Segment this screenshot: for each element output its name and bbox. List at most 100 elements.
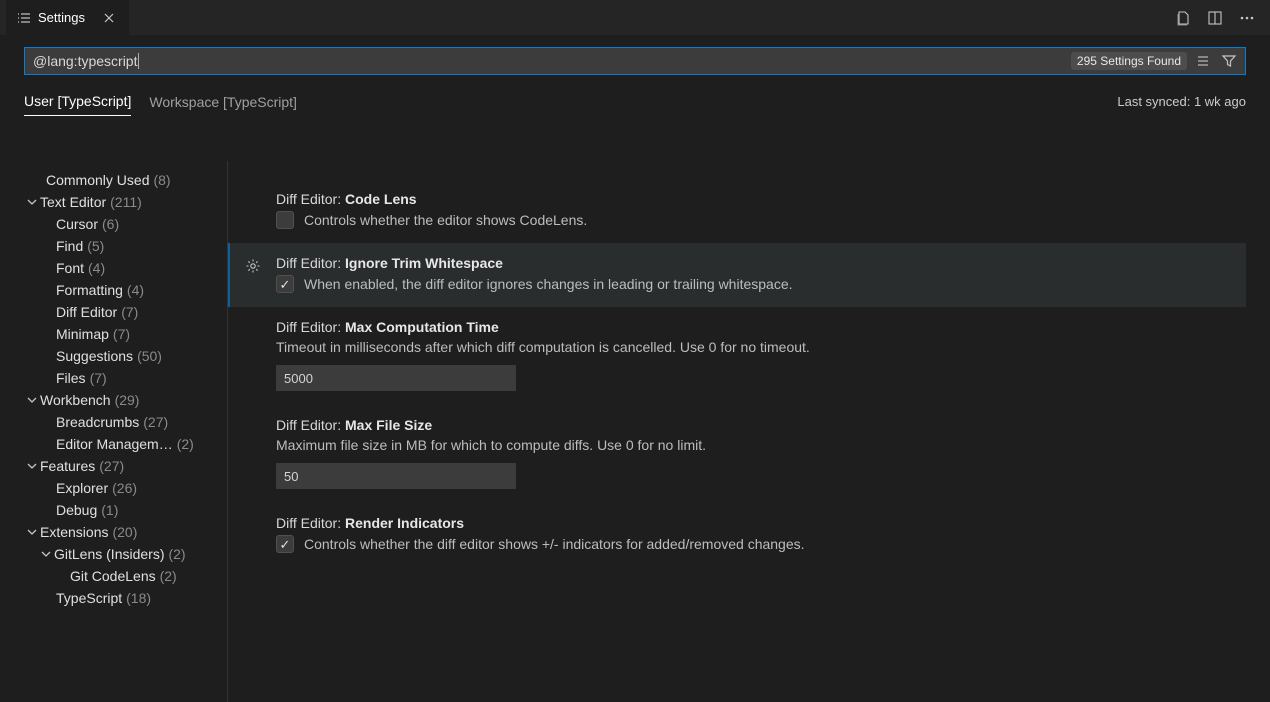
toc-item[interactable]: Font (4)	[0, 257, 227, 279]
toc-item[interactable]: Diff Editor (7)	[0, 301, 227, 323]
title-actions	[1174, 9, 1264, 27]
settings-tab[interactable]: Settings	[6, 0, 129, 35]
toc-count: (2)	[168, 546, 185, 562]
toc-item[interactable]: Suggestions (50)	[0, 345, 227, 367]
toc-count: (4)	[127, 282, 144, 298]
toc-count: (8)	[153, 172, 170, 188]
settings-toc[interactable]: Commonly Used (8)Text Editor (211)Cursor…	[0, 161, 228, 702]
toc-item[interactable]: Explorer (26)	[0, 477, 227, 499]
toc-item[interactable]: Cursor (6)	[0, 213, 227, 235]
setting-prefix: Diff Editor:	[276, 191, 345, 207]
setting-description: Timeout in milliseconds after which diff…	[276, 339, 1226, 355]
close-tab-button[interactable]	[99, 8, 119, 28]
toc-count: (5)	[87, 238, 104, 254]
toc-item[interactable]: Text Editor (211)	[0, 191, 227, 213]
setting-diff-render-indicators: Diff Editor: Render Indicators Controls …	[228, 503, 1246, 567]
search-value: @lang:typescript	[33, 53, 1071, 69]
tab-title: Settings	[38, 10, 85, 25]
settings-scope-tabs: User [TypeScript] Workspace [TypeScript]…	[0, 75, 1270, 115]
setting-prefix: Diff Editor:	[276, 255, 345, 271]
setting-prefix: Diff Editor:	[276, 417, 345, 433]
toc-label: Cursor	[56, 216, 98, 232]
toc-count: (7)	[90, 370, 107, 386]
checkbox-code-lens[interactable]	[276, 211, 294, 229]
toc-label: Files	[56, 370, 86, 386]
toc-item[interactable]: Commonly Used (8)	[0, 169, 227, 191]
toc-label: Suggestions	[56, 348, 133, 364]
settings-list-icon	[16, 10, 32, 26]
toc-label: Font	[56, 260, 84, 276]
setting-diff-ignore-trim: Diff Editor: Ignore Trim Whitespace When…	[228, 243, 1246, 307]
checkbox-render-indicators[interactable]	[276, 535, 294, 553]
toc-label: Features	[40, 458, 95, 474]
setting-description: Controls whether the editor shows CodeLe…	[304, 212, 587, 228]
toc-count: (20)	[112, 524, 137, 540]
chevron-down-icon	[24, 194, 40, 210]
settings-list[interactable]: Diff Editor: Code Lens Controls whether …	[228, 161, 1270, 702]
toc-label: Explorer	[56, 480, 108, 496]
toc-count: (7)	[121, 304, 138, 320]
settings-found-count: 295 Settings Found	[1071, 52, 1187, 70]
toc-item[interactable]: Breadcrumbs (27)	[0, 411, 227, 433]
setting-name: Code Lens	[345, 191, 417, 207]
clear-search-icon[interactable]	[1193, 51, 1213, 71]
toc-item[interactable]: GitLens (Insiders) (2)	[0, 543, 227, 565]
toc-count: (26)	[112, 480, 137, 496]
last-synced-text[interactable]: Last synced: 1 wk ago	[1117, 94, 1246, 109]
toc-count: (211)	[110, 194, 142, 210]
toc-item[interactable]: Files (7)	[0, 367, 227, 389]
settings-search-row: @lang:typescript 295 Settings Found	[0, 35, 1270, 75]
chevron-down-icon	[24, 458, 40, 474]
setting-description: When enabled, the diff editor ignores ch…	[304, 276, 793, 292]
toc-label: Git CodeLens	[70, 568, 156, 584]
toc-label: Debug	[56, 502, 97, 518]
toc-label: Find	[56, 238, 83, 254]
input-max-computation-time[interactable]	[276, 365, 516, 391]
editor-tab-bar: Settings	[0, 0, 1270, 35]
chevron-down-icon	[24, 524, 40, 540]
more-actions-icon[interactable]	[1238, 9, 1256, 27]
toc-item[interactable]: Formatting (4)	[0, 279, 227, 301]
toc-count: (27)	[99, 458, 124, 474]
toc-item[interactable]: Editor Managem… (2)	[0, 433, 227, 455]
setting-name: Max Computation Time	[345, 319, 499, 335]
checkbox-ignore-trim[interactable]	[276, 275, 294, 293]
setting-description: Controls whether the diff editor shows +…	[304, 536, 805, 552]
toc-item[interactable]: Minimap (7)	[0, 323, 227, 345]
toc-count: (2)	[160, 568, 177, 584]
toc-label: Commonly Used	[46, 172, 149, 188]
filter-icon[interactable]	[1219, 51, 1239, 71]
toc-item[interactable]: Features (27)	[0, 455, 227, 477]
open-settings-json-icon[interactable]	[1174, 9, 1192, 27]
toc-item[interactable]: Extensions (20)	[0, 521, 227, 543]
toc-label: Diff Editor	[56, 304, 117, 320]
setting-diff-max-file-size: Diff Editor: Max File Size Maximum file …	[228, 405, 1246, 503]
toc-label: GitLens (Insiders)	[54, 546, 164, 562]
setting-diff-max-computation-time: Diff Editor: Max Computation Time Timeou…	[228, 307, 1246, 405]
toc-item[interactable]: TypeScript (18)	[0, 587, 227, 609]
toc-item[interactable]: Find (5)	[0, 235, 227, 257]
gear-icon[interactable]	[244, 257, 262, 275]
toc-count: (27)	[143, 414, 168, 430]
chevron-down-icon	[38, 546, 54, 562]
setting-name: Max File Size	[345, 417, 432, 433]
toc-count: (2)	[177, 436, 194, 452]
toc-count: (1)	[101, 502, 118, 518]
setting-diff-code-lens: Diff Editor: Code Lens Controls whether …	[228, 179, 1246, 243]
split-editor-icon[interactable]	[1206, 9, 1224, 27]
setting-prefix: Diff Editor:	[276, 515, 345, 531]
toc-count: (18)	[126, 590, 151, 606]
scope-tab-user[interactable]: User [TypeScript]	[24, 87, 131, 116]
toc-item[interactable]: Git CodeLens (2)	[0, 565, 227, 587]
toc-item[interactable]: Debug (1)	[0, 499, 227, 521]
toc-label: Minimap	[56, 326, 109, 342]
toc-item[interactable]: Workbench (29)	[0, 389, 227, 411]
toc-label: Formatting	[56, 282, 123, 298]
toc-count: (50)	[137, 348, 162, 364]
toc-label: Breadcrumbs	[56, 414, 139, 430]
settings-search-input[interactable]: @lang:typescript 295 Settings Found	[24, 47, 1246, 75]
scope-tab-workspace[interactable]: Workspace [TypeScript]	[149, 88, 297, 116]
setting-name: Render Indicators	[345, 515, 464, 531]
toc-label: Extensions	[40, 524, 108, 540]
input-max-file-size[interactable]	[276, 463, 516, 489]
